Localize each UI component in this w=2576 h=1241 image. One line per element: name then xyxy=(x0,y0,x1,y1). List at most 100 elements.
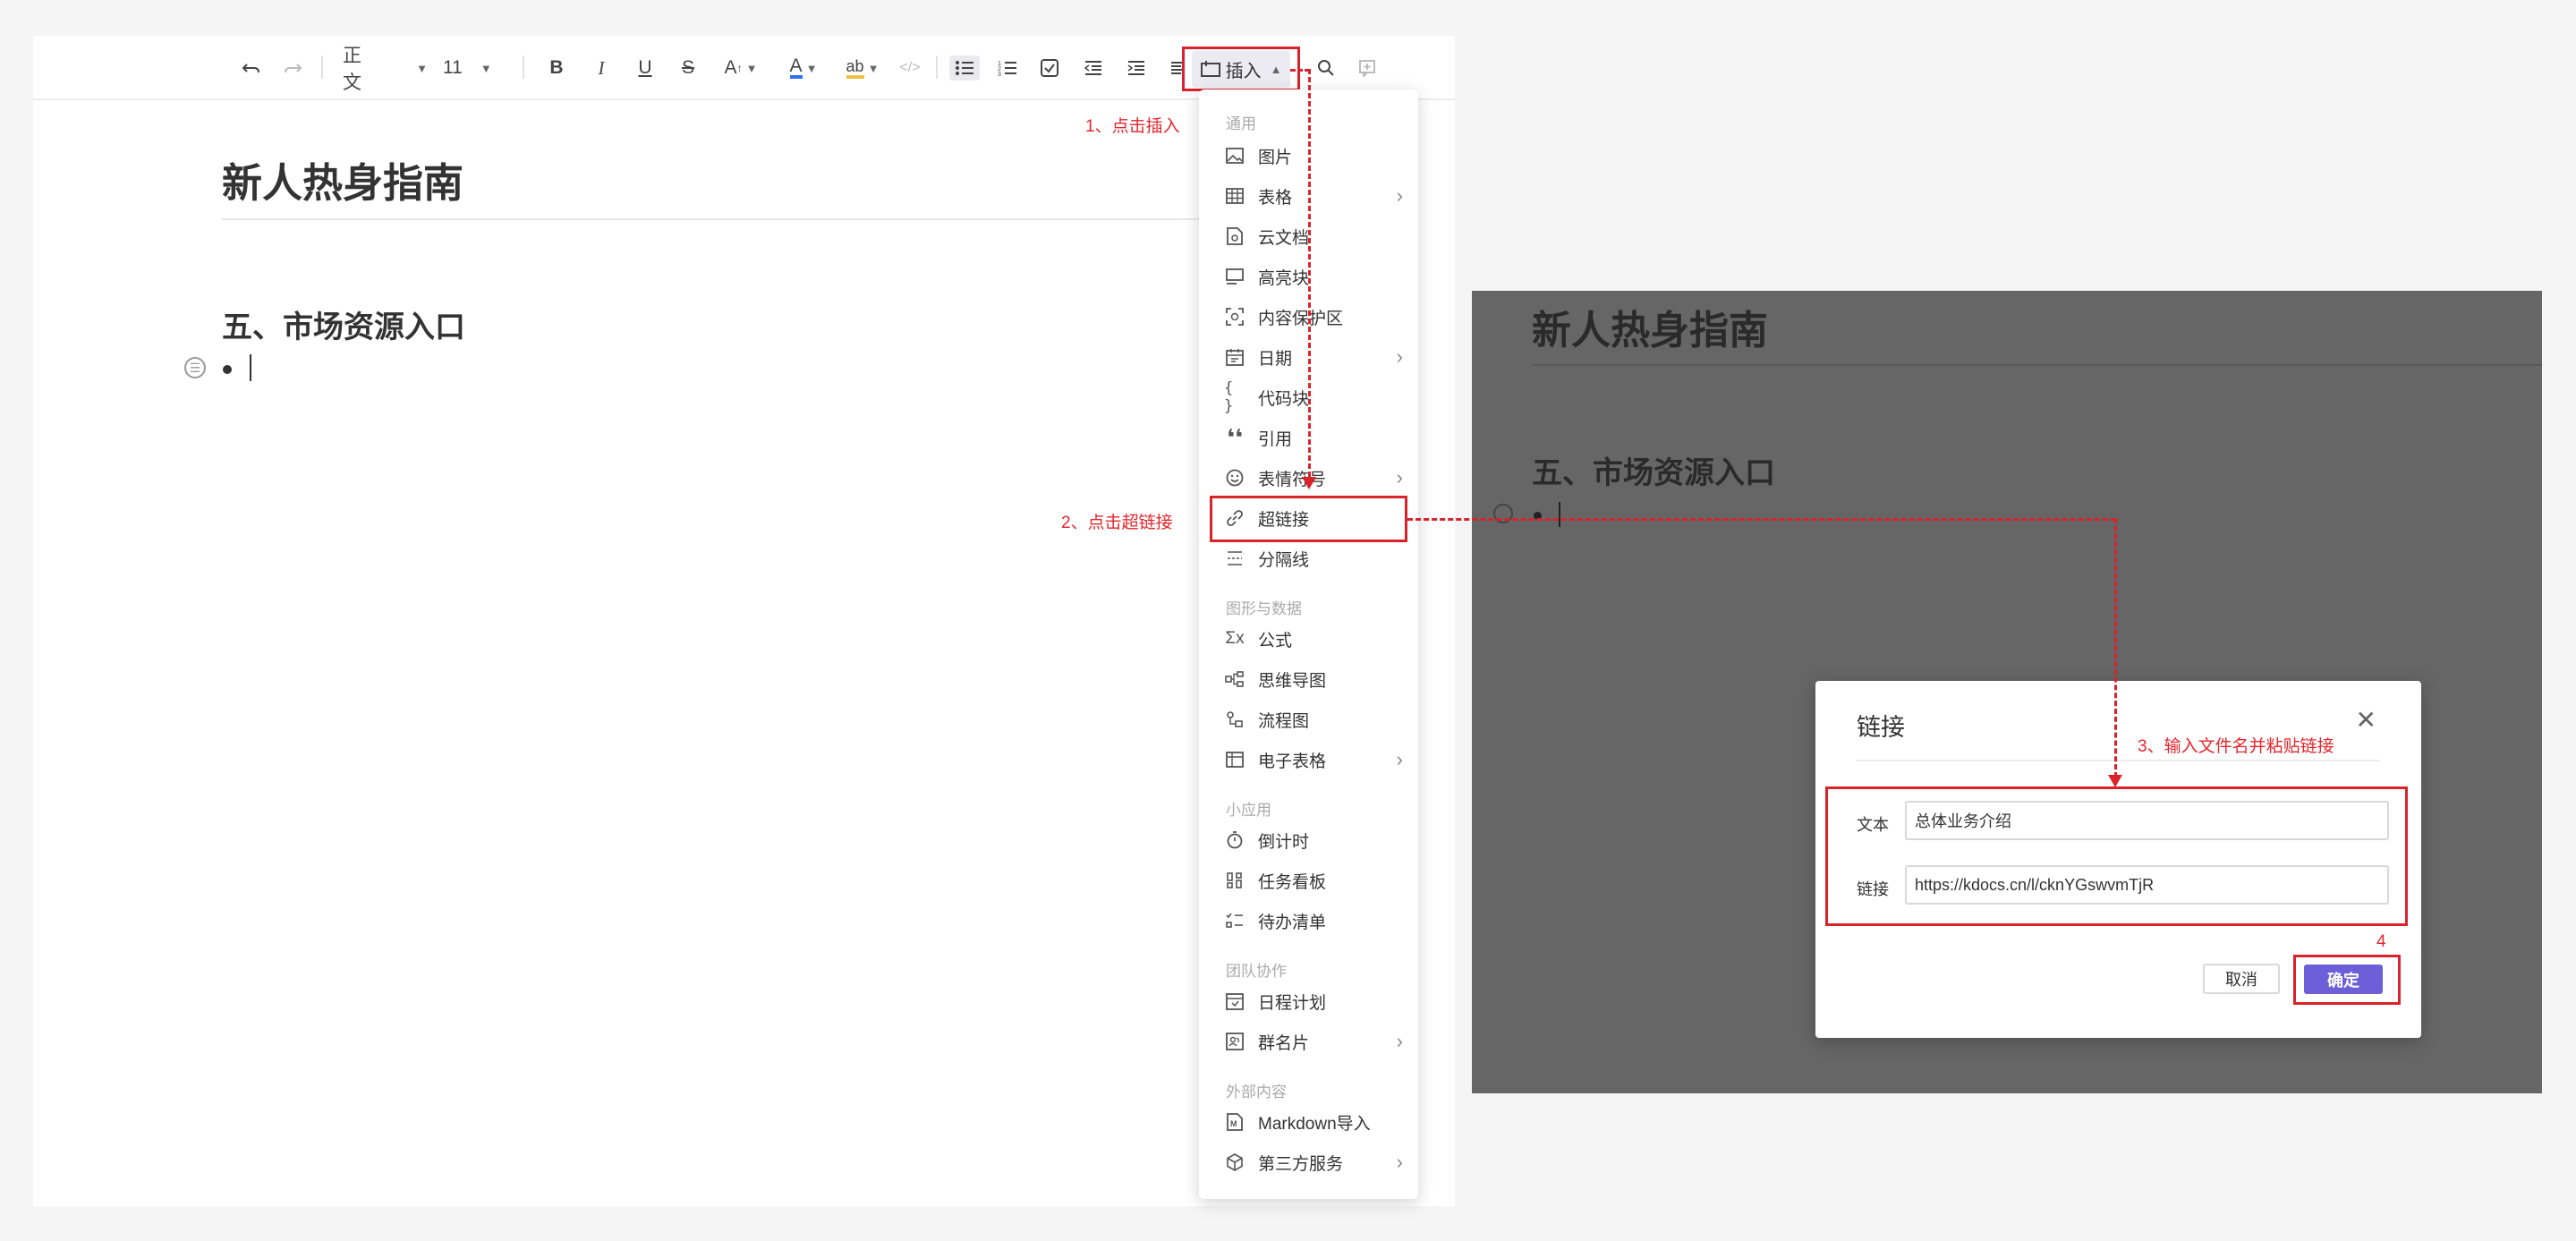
menu-group-graphics: 图形与数据 xyxy=(1226,600,1302,617)
formula-icon: Σx xyxy=(1225,629,1245,648)
code-icon[interactable]: </> xyxy=(896,55,924,81)
block-handle-icon[interactable]: ☰ xyxy=(184,357,206,378)
chevron-right-icon: › xyxy=(1396,345,1403,368)
menu-item-label: 日程计划 xyxy=(1258,993,1327,1013)
chevron-up-icon: ▲ xyxy=(1270,62,1282,76)
indent-decrease-icon[interactable] xyxy=(1080,55,1107,81)
menu-item-label: 群名片 xyxy=(1258,1033,1310,1053)
title-divider xyxy=(222,218,1215,220)
style-select-value: 正文 xyxy=(343,46,361,93)
quote-icon: ❛❛ xyxy=(1226,423,1244,451)
menu-item-code[interactable]: { } 代码块 xyxy=(1224,379,1403,415)
menu-item-task-board[interactable]: 任务看板 xyxy=(1224,864,1403,897)
menu-item-group-card[interactable]: 群名片 › xyxy=(1224,1025,1403,1058)
close-icon[interactable]: ✕ xyxy=(2356,708,2376,733)
menu-item-third-party[interactable]: 第三方服务 › xyxy=(1224,1146,1403,1178)
menu-item-image[interactable]: 图片 xyxy=(1224,140,1403,172)
svg-text:M: M xyxy=(1230,1119,1237,1128)
menu-item-markdown[interactable]: M Markdown导入 xyxy=(1224,1106,1403,1138)
toolbar-divider xyxy=(321,55,323,79)
style-select[interactable]: 正文 ▼ xyxy=(343,46,428,93)
cancel-button[interactable]: 取消 xyxy=(2203,964,2280,994)
menu-item-label: 思维导图 xyxy=(1258,671,1327,691)
title-divider xyxy=(1532,364,2542,366)
checkbox-icon[interactable] xyxy=(1036,55,1063,81)
menu-item-label: 待办清单 xyxy=(1258,913,1327,932)
svg-text:3: 3 xyxy=(998,72,1001,77)
menu-item-label: Markdown导入 xyxy=(1258,1114,1371,1134)
document-title: 新人热身指南 xyxy=(1532,309,1768,353)
indent-increase-icon[interactable] xyxy=(1123,55,1150,81)
arrow-head xyxy=(2108,775,2122,787)
redo-icon[interactable] xyxy=(280,55,305,81)
arrow-head xyxy=(1302,477,1316,489)
step4-annotation: 4 xyxy=(2376,932,2386,951)
menu-item-label: 第三方服务 xyxy=(1258,1154,1344,1174)
toolbar-divider xyxy=(936,55,938,79)
menu-item-protect[interactable]: 内容保护区 xyxy=(1224,301,1403,333)
text-cursor xyxy=(250,354,251,381)
timer-icon xyxy=(1224,829,1245,851)
cloud-doc-icon xyxy=(1224,225,1245,247)
highlight-block-icon xyxy=(1224,266,1245,287)
font-size-select[interactable]: 11 ▼ xyxy=(443,55,507,81)
menu-item-label: 图片 xyxy=(1258,148,1293,167)
menu-item-label: 倒计时 xyxy=(1258,832,1310,852)
menu-item-label: 云文档 xyxy=(1258,228,1310,248)
font-color-icon[interactable]: A ▼ xyxy=(781,55,826,81)
menu-item-cloud-doc[interactable]: 云文档 xyxy=(1224,220,1403,252)
emoji-icon xyxy=(1224,467,1245,489)
menu-item-spreadsheet[interactable]: 电子表格 › xyxy=(1224,744,1403,776)
markdown-icon: M xyxy=(1224,1111,1245,1133)
insert-label: 插入 xyxy=(1225,61,1262,81)
image-icon xyxy=(1224,145,1245,166)
schedule-icon xyxy=(1224,990,1245,1012)
menu-item-table[interactable]: 表格 › xyxy=(1224,180,1403,212)
connector-line xyxy=(1407,518,2116,521)
text-input[interactable]: 总体业务介绍 xyxy=(1905,801,2389,840)
ordered-list-icon[interactable]: 123 xyxy=(994,55,1021,81)
cube-icon xyxy=(1224,1152,1245,1173)
insert-icon xyxy=(1200,61,1220,77)
font-size-value: 11 xyxy=(443,57,463,78)
menu-item-todo[interactable]: 待办清单 xyxy=(1224,905,1403,937)
italic-icon[interactable]: I xyxy=(589,55,614,81)
bullet-list-icon[interactable] xyxy=(949,55,980,81)
menu-item-date[interactable]: 日期 › xyxy=(1224,341,1403,373)
code-block-icon: { } xyxy=(1224,379,1234,415)
menu-item-highlight[interactable]: 高亮块 xyxy=(1224,260,1403,293)
spreadsheet-icon xyxy=(1224,749,1245,770)
bold-icon[interactable]: B xyxy=(544,55,569,81)
menu-item-label: 流程图 xyxy=(1258,711,1310,731)
menu-item-label: 引用 xyxy=(1258,429,1293,449)
superscript-icon[interactable]: A ↑ ▼ xyxy=(718,55,763,81)
link-input[interactable]: https://kdocs.cn/l/cknYGswvmTjR xyxy=(1905,865,2389,905)
calendar-icon xyxy=(1224,346,1245,368)
strikethrough-icon[interactable]: S xyxy=(676,55,701,81)
document-title[interactable]: 新人热身指南 xyxy=(222,150,463,208)
menu-item-formula[interactable]: Σx 公式 xyxy=(1224,623,1403,655)
todo-list-icon xyxy=(1224,910,1245,931)
connector-line xyxy=(1290,69,1310,72)
confirm-button[interactable]: 确定 xyxy=(2304,965,2383,994)
undo-icon[interactable] xyxy=(239,55,264,81)
menu-item-flowchart[interactable]: 流程图 xyxy=(1224,703,1403,735)
flowchart-icon xyxy=(1224,709,1245,730)
menu-item-divider[interactable]: 分隔线 xyxy=(1224,542,1403,574)
chevron-right-icon: › xyxy=(1396,466,1403,489)
highlight-color-icon[interactable]: ab ▼ xyxy=(840,55,885,81)
step3-annotation: 3、输入文件名并粘贴链接 xyxy=(2138,737,2334,756)
menu-item-schedule[interactable]: 日程计划 xyxy=(1224,985,1403,1017)
link-field-label: 链接 xyxy=(1857,880,1889,898)
menu-item-quote[interactable]: ❛❛ 引用 xyxy=(1224,421,1403,454)
menu-item-countdown[interactable]: 倒计时 xyxy=(1224,824,1403,856)
chevron-right-icon: › xyxy=(1396,184,1403,207)
kanban-icon xyxy=(1224,870,1245,891)
section-heading[interactable]: 五、市场资源入口 xyxy=(222,302,465,346)
dialog-title: 链接 xyxy=(1857,714,1905,741)
underline-icon[interactable]: U xyxy=(633,55,658,81)
menu-item-mindmap[interactable]: 思维导图 xyxy=(1224,663,1403,695)
search-icon[interactable] xyxy=(1313,55,1339,81)
insert-button[interactable]: 插入 ▲ xyxy=(1182,47,1300,91)
comment-icon[interactable] xyxy=(1354,55,1381,81)
